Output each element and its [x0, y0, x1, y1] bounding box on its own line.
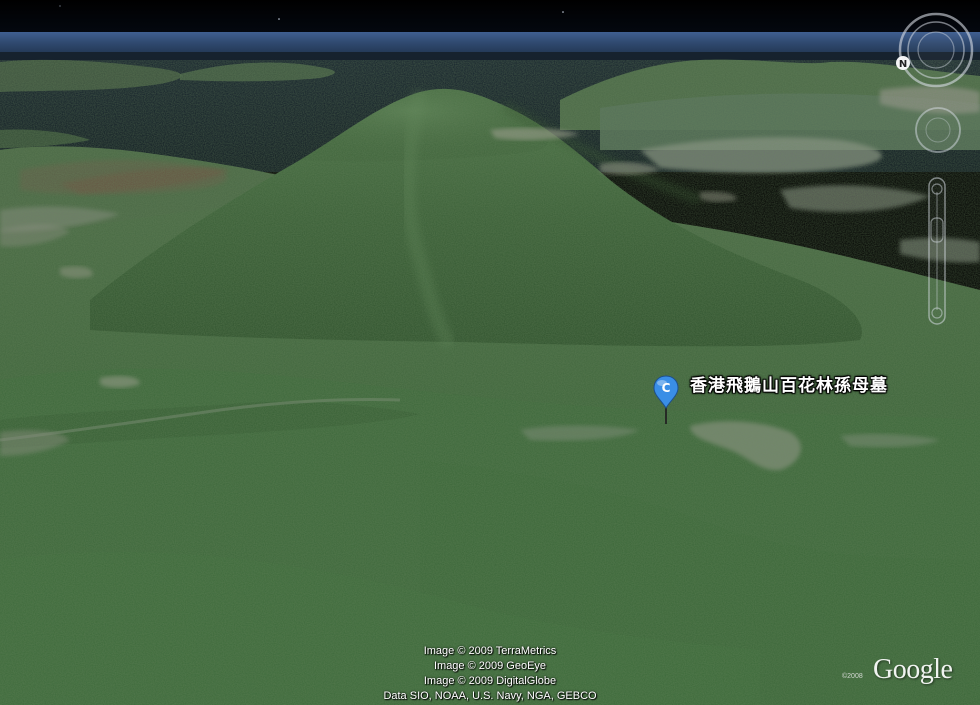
imagery-attribution: Image © 2009 TerraMetrics Image © 2009 G… — [340, 644, 640, 704]
placemark-label[interactable]: 香港飛鵝山百花林孫母墓 — [690, 371, 888, 396]
placemark-pin[interactable]: C — [652, 374, 680, 426]
logo-copyright: ©2008 — [842, 673, 863, 680]
zoom-slider-icon[interactable] — [928, 177, 946, 325]
zoom-slider-thumb[interactable] — [930, 217, 944, 243]
terrain-imagery[interactable] — [0, 0, 980, 705]
earth-viewport[interactable]: C 香港飛鵝山百花林孫母墓 N Image © 2009 TerraMetric… — [0, 0, 980, 705]
attribution-line: Image © 2009 GeoEye — [433, 660, 547, 672]
compass-ring-icon[interactable]: N — [896, 12, 974, 88]
attribution-line: Image © 2009 DigitalGlobe — [423, 675, 557, 687]
map-pin-icon[interactable]: C — [652, 374, 680, 426]
attribution-line: Image © 2009 TerraMetrics — [423, 645, 557, 657]
placemark-letter: C — [662, 381, 671, 395]
move-joystick-icon[interactable] — [915, 107, 961, 153]
attribution-line: Data SIO, NOAA, U.S. Navy, NGA, GEBCO — [383, 690, 597, 702]
navigation-controls[interactable]: N — [892, 6, 980, 336]
compass-north-label: N — [899, 59, 907, 70]
google-logo: Google — [873, 654, 953, 685]
